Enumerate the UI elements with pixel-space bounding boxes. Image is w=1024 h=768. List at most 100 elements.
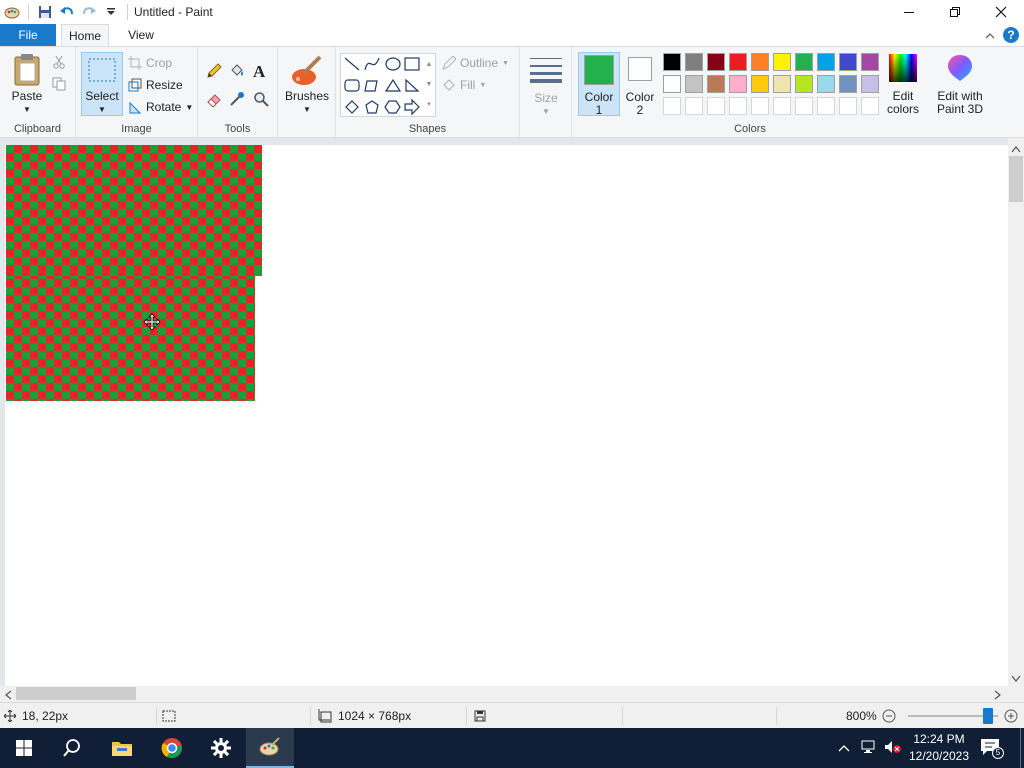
show-hidden-icons-icon[interactable] — [838, 741, 850, 755]
close-button[interactable] — [978, 0, 1024, 24]
color-picker-icon[interactable] — [229, 91, 245, 110]
minimize-button[interactable] — [886, 0, 932, 24]
palette-color-swatch[interactable] — [729, 53, 747, 71]
tab-home[interactable]: Home — [61, 24, 109, 46]
customize-toolbar-icon[interactable] — [101, 2, 121, 22]
size-button[interactable]: Size ▼ — [528, 55, 564, 118]
palette-color-swatch[interactable] — [751, 53, 769, 71]
brushes-button[interactable]: Brushes ▼ — [284, 53, 330, 116]
network-icon[interactable] — [860, 740, 876, 757]
canvas-workspace[interactable] — [0, 138, 1008, 686]
horizontal-scrollbar[interactable] — [0, 686, 1008, 702]
palette-custom-slot[interactable] — [773, 97, 791, 115]
palette-color-swatch[interactable] — [861, 75, 879, 93]
shapes-gallery[interactable] — [340, 53, 436, 117]
palette-custom-slot[interactable] — [861, 97, 879, 115]
shapes-scroll-controls[interactable]: ▲ ▼ ▾ — [424, 55, 434, 115]
palette-custom-slot[interactable] — [839, 97, 857, 115]
zoom-in-button[interactable] — [1004, 709, 1018, 726]
resize-button[interactable]: Resize — [128, 75, 183, 95]
palette-color-swatch[interactable] — [707, 53, 725, 71]
outline-button[interactable]: Outline ▼ — [442, 53, 509, 73]
palette-color-swatch[interactable] — [817, 75, 835, 93]
scroll-up-icon[interactable] — [1011, 142, 1021, 156]
palette-color-swatch[interactable] — [685, 75, 703, 93]
scroll-down-icon[interactable] — [1011, 672, 1021, 686]
checkerboard-image-top[interactable] — [6, 145, 262, 271]
text-tool-icon[interactable]: A — [253, 62, 265, 82]
vertical-scrollbar[interactable] — [1008, 138, 1024, 686]
restore-button[interactable] — [932, 0, 978, 24]
start-button[interactable] — [0, 728, 48, 768]
rotate-dropdown-icon[interactable]: ▼ — [185, 103, 193, 112]
eraser-icon[interactable] — [206, 91, 222, 110]
brushes-dropdown-icon[interactable]: ▼ — [284, 103, 330, 116]
fill-bucket-icon[interactable] — [229, 63, 245, 82]
crop-button[interactable]: Crop — [128, 53, 172, 73]
select-dropdown-icon[interactable]: ▼ — [82, 103, 122, 116]
fill-button[interactable]: Fill ▼ — [442, 75, 486, 95]
palette-custom-slot[interactable] — [729, 97, 747, 115]
size-dropdown-icon[interactable]: ▼ — [528, 105, 564, 118]
palette-color-swatch[interactable] — [685, 53, 703, 71]
scroll-left-icon[interactable] — [4, 689, 12, 703]
palette-color-swatch[interactable] — [795, 53, 813, 71]
palette-color-swatch[interactable] — [817, 53, 835, 71]
palette-custom-slot[interactable] — [685, 97, 703, 115]
paste-dropdown-icon[interactable]: ▼ — [8, 103, 46, 116]
undo-icon[interactable] — [57, 2, 77, 22]
taskbar-clock[interactable]: 12:24 PM 12/20/2023 — [908, 731, 970, 765]
file-explorer-button[interactable] — [98, 728, 146, 768]
palette-color-swatch[interactable] — [861, 53, 879, 71]
volume-muted-icon[interactable] — [884, 740, 902, 757]
palette-color-swatch[interactable] — [751, 75, 769, 93]
palette-custom-slot[interactable] — [817, 97, 835, 115]
palette-custom-slot[interactable] — [707, 97, 725, 115]
zoom-out-button[interactable] — [882, 709, 896, 726]
magnifier-icon[interactable] — [253, 91, 269, 110]
paint-taskbar-button[interactable] — [246, 728, 294, 768]
color1-button[interactable]: Color 1 — [580, 55, 618, 117]
notifications-button[interactable]: 5 — [980, 738, 1004, 759]
palette-custom-slot[interactable] — [663, 97, 681, 115]
select-button[interactable]: Select ▼ — [82, 57, 122, 116]
color2-button[interactable]: Color 2 — [622, 57, 658, 117]
edit-with-paint3d-button[interactable]: Edit with Paint 3D — [932, 53, 988, 116]
edit-colors-button[interactable]: Edit colors — [882, 53, 924, 116]
tab-file[interactable]: File — [0, 24, 56, 46]
palette-color-swatch[interactable] — [663, 53, 681, 71]
search-button[interactable] — [48, 728, 96, 768]
palette-color-swatch[interactable] — [839, 75, 857, 93]
rotate-button[interactable]: Rotate ▼ — [128, 97, 193, 117]
show-desktop-button[interactable] — [1020, 728, 1024, 768]
help-icon[interactable]: ? — [1002, 26, 1020, 47]
fill-dropdown-icon[interactable]: ▼ — [479, 82, 486, 89]
palette-color-swatch[interactable] — [663, 75, 681, 93]
paste-button[interactable]: Paste ▼ — [8, 53, 46, 116]
settings-button[interactable] — [197, 728, 245, 768]
vertical-scroll-thumb[interactable] — [1009, 156, 1023, 202]
horizontal-scroll-thumb[interactable] — [16, 687, 136, 700]
save-icon[interactable] — [35, 2, 55, 22]
paint-app-icon[interactable] — [2, 2, 22, 22]
palette-color-swatch[interactable] — [795, 75, 813, 93]
palette-color-swatch[interactable] — [729, 75, 747, 93]
palette-color-swatch[interactable] — [773, 75, 791, 93]
cut-icon[interactable] — [52, 55, 66, 72]
palette-custom-slot[interactable] — [795, 97, 813, 115]
checkerboard-image-bottom[interactable] — [6, 271, 255, 401]
crop-icon — [128, 56, 142, 70]
outline-dropdown-icon[interactable]: ▼ — [502, 60, 509, 67]
scroll-right-icon[interactable] — [994, 689, 1002, 703]
palette-color-swatch[interactable] — [773, 53, 791, 71]
palette-custom-slot[interactable] — [751, 97, 769, 115]
palette-color-swatch[interactable] — [839, 53, 857, 71]
copy-icon[interactable] — [52, 77, 66, 94]
palette-color-swatch[interactable] — [707, 75, 725, 93]
tab-view[interactable]: View — [119, 24, 163, 46]
redo-icon[interactable] — [79, 2, 99, 22]
chrome-button[interactable] — [148, 728, 196, 768]
pencil-icon[interactable] — [206, 63, 222, 82]
zoom-slider-thumb[interactable] — [983, 708, 993, 724]
collapse-ribbon-icon[interactable] — [984, 30, 996, 44]
